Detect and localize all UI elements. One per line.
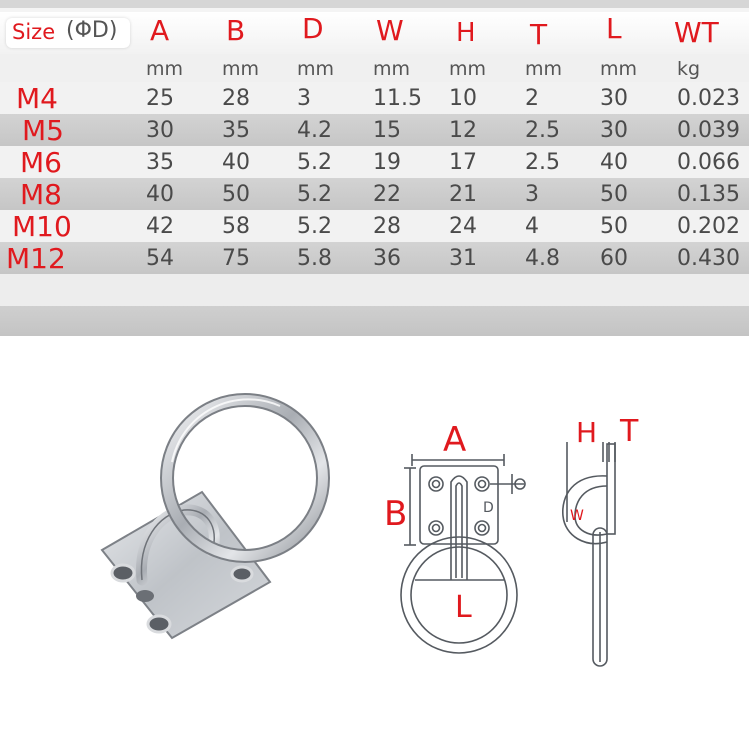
unit-a: mm xyxy=(146,58,184,80)
diagram-label-t: T xyxy=(620,414,639,449)
cell-b: 28 xyxy=(222,85,250,111)
cell-b: 75 xyxy=(222,245,250,271)
cell-t: 2.5 xyxy=(525,117,560,143)
cell-l: 50 xyxy=(600,213,628,239)
cell-a: 42 xyxy=(146,213,174,239)
cell-t: 3 xyxy=(525,181,539,207)
column-header-l: L xyxy=(606,12,622,45)
cell-t: 2.5 xyxy=(525,149,560,175)
units-line: mm mm mm mm mm mm mm kg xyxy=(0,54,749,84)
cell-wt: 0.135 xyxy=(677,181,740,207)
top-strip xyxy=(0,0,749,8)
diagram-label-d: D xyxy=(483,500,494,516)
unit-w: mm xyxy=(373,58,411,80)
unit-wt: kg xyxy=(677,58,701,80)
cell-w: 28 xyxy=(373,213,401,239)
cell-l: 60 xyxy=(600,245,628,271)
cell-w: 22 xyxy=(373,181,401,207)
cell-d: 5.8 xyxy=(297,245,332,271)
diagram-label-l: L xyxy=(455,590,472,625)
row-size: M8 xyxy=(20,177,62,211)
row-size: M10 xyxy=(12,209,72,243)
table-row: M8 40 50 5.2 22 21 3 50 0.135 xyxy=(0,177,749,211)
unit-h: mm xyxy=(449,58,487,80)
cell-h: 17 xyxy=(449,149,477,175)
cell-l: 50 xyxy=(600,181,628,207)
row-size: M4 xyxy=(16,81,58,115)
column-header-d: D xyxy=(302,12,324,45)
cell-b: 50 xyxy=(222,181,250,207)
product-photo xyxy=(100,393,330,640)
diagram-label-h: H xyxy=(576,416,598,449)
cell-h: 24 xyxy=(449,213,477,239)
table-row: M10 42 58 5.2 28 24 4 50 0.202 xyxy=(0,209,749,243)
cell-t: 2 xyxy=(525,85,539,111)
cell-d: 5.2 xyxy=(297,213,332,239)
cell-a: 25 xyxy=(146,85,174,111)
blank-row xyxy=(0,274,749,306)
cell-w: 11.5 xyxy=(373,85,422,111)
cell-b: 58 xyxy=(222,213,250,239)
column-header-h: H xyxy=(456,18,476,48)
unit-d: mm xyxy=(297,58,335,80)
cell-t: 4.8 xyxy=(525,245,560,271)
column-header-t: T xyxy=(530,18,548,51)
cell-a: 54 xyxy=(146,245,174,271)
cell-a: 35 xyxy=(146,149,174,175)
cell-l: 30 xyxy=(600,85,628,111)
size-header-label: Size xyxy=(12,20,56,44)
cell-wt: 0.023 xyxy=(677,85,740,111)
table-row: M4 25 28 3 11.5 10 2 30 0.023 xyxy=(0,81,749,115)
table-row: M12 54 75 5.8 36 31 4.8 60 0.430 xyxy=(0,241,749,275)
cell-wt: 0.202 xyxy=(677,213,740,239)
cell-wt: 0.039 xyxy=(677,117,740,143)
cell-w: 15 xyxy=(373,117,401,143)
table-row: M5 30 35 4.2 15 12 2.5 30 0.039 xyxy=(0,113,749,147)
cell-w: 19 xyxy=(373,149,401,175)
diagram-label-w: W xyxy=(570,508,584,524)
unit-t: mm xyxy=(525,58,563,80)
unit-l: mm xyxy=(600,58,638,80)
cell-a: 30 xyxy=(146,117,174,143)
table-row: M6 35 40 5.2 19 17 2.5 40 0.066 xyxy=(0,145,749,179)
cell-d: 3 xyxy=(297,85,311,111)
cell-wt: 0.066 xyxy=(677,149,740,175)
cell-h: 21 xyxy=(449,181,477,207)
row-size: M6 xyxy=(20,145,62,179)
cell-h: 31 xyxy=(449,245,477,271)
cell-w: 36 xyxy=(373,245,401,271)
cell-wt: 0.430 xyxy=(677,245,740,271)
cell-a: 40 xyxy=(146,181,174,207)
row-size: M12 xyxy=(6,241,66,275)
column-header-w: W xyxy=(376,14,404,47)
diagram-label-a: A xyxy=(443,420,467,460)
diagram-label-b: B xyxy=(384,494,408,534)
column-header-wt: WT xyxy=(674,16,719,49)
side-view-diagram xyxy=(562,442,616,667)
cell-b: 40 xyxy=(222,149,250,175)
cell-d: 5.2 xyxy=(297,149,332,175)
column-header-a: A xyxy=(150,14,170,47)
cell-l: 30 xyxy=(600,117,628,143)
column-header-b: B xyxy=(226,14,246,47)
cell-d: 5.2 xyxy=(297,181,332,207)
cell-t: 4 xyxy=(525,213,539,239)
cell-l: 40 xyxy=(600,149,628,175)
row-size: M5 xyxy=(22,113,64,147)
cell-d: 4.2 xyxy=(297,117,332,143)
blank-shaded-row xyxy=(0,306,749,336)
unit-b: mm xyxy=(222,58,260,80)
spec-table: Size (ΦD) A B D W H T L WT mm mm mm mm m… xyxy=(0,0,749,336)
cell-b: 35 xyxy=(222,117,250,143)
cell-h: 10 xyxy=(449,85,477,111)
cell-h: 12 xyxy=(449,117,477,143)
size-header-dim: (ΦD) xyxy=(66,18,118,43)
